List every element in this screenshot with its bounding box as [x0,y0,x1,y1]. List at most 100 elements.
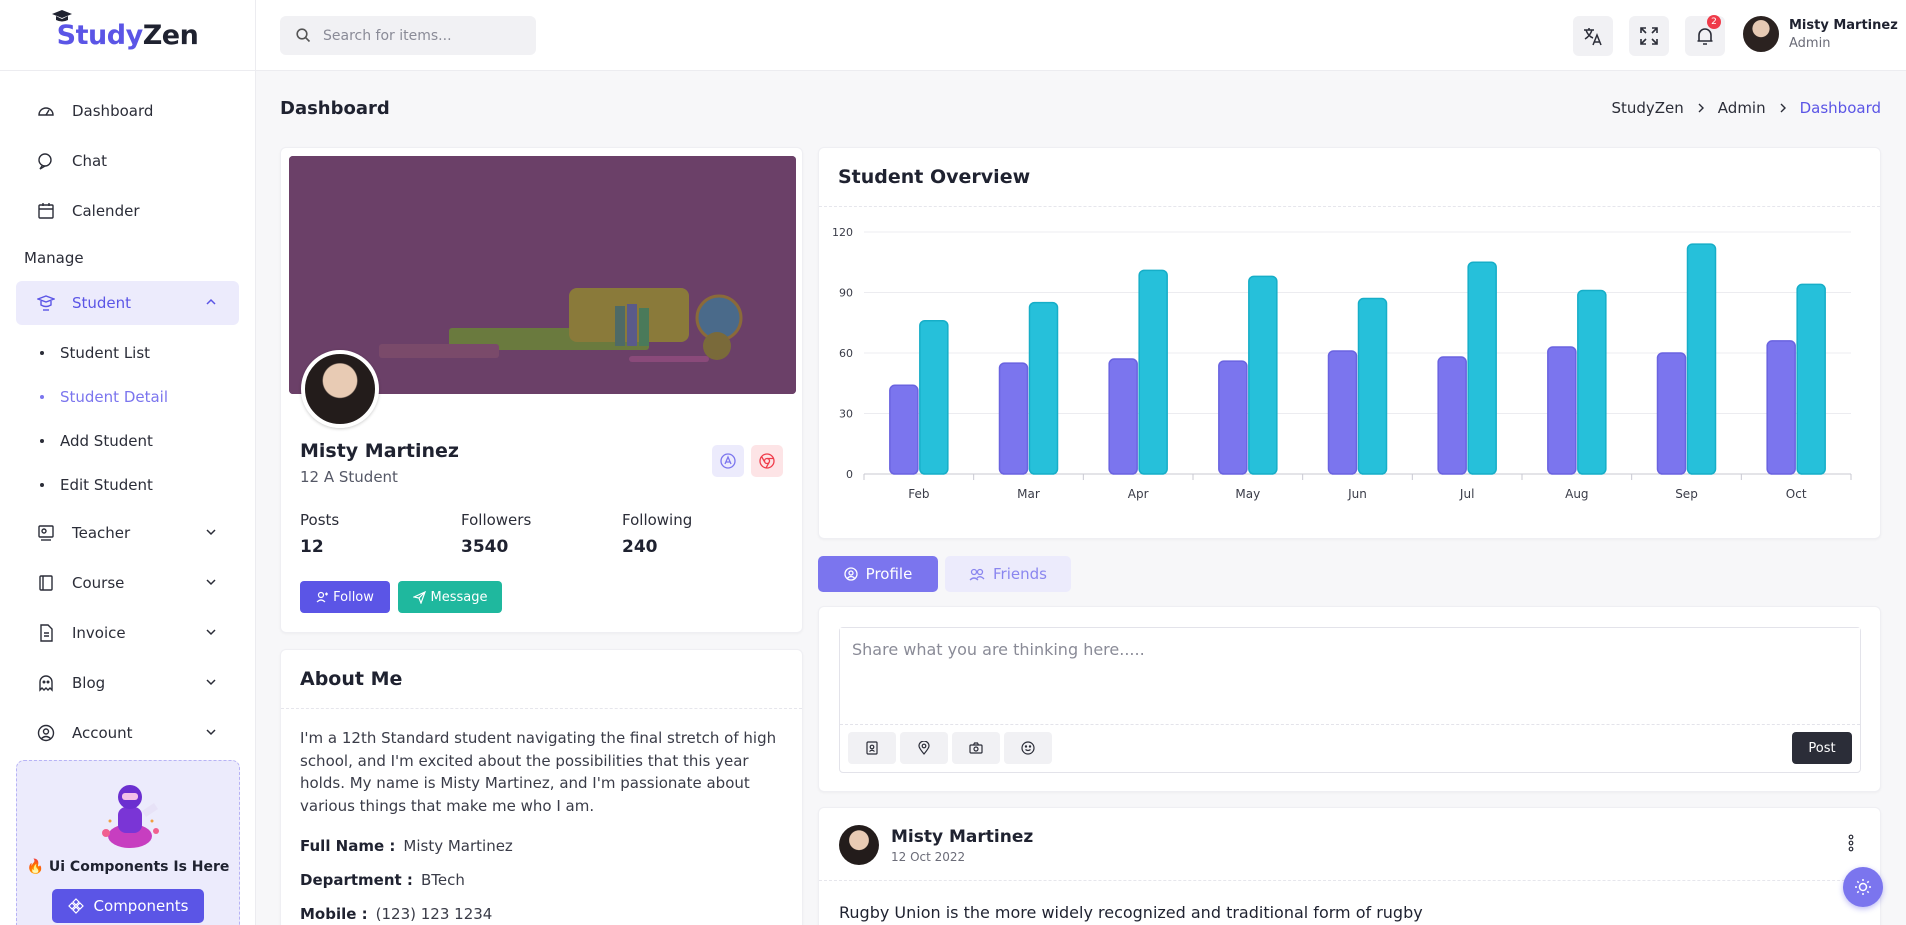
sidebar-item-label: Blog [72,674,106,692]
sidebar-subitem-student-detail[interactable]: Student Detail [0,375,255,419]
feed-author-name[interactable]: Misty Martinez [891,827,1033,847]
x-tick-label: Aug [1565,487,1588,501]
sidebar-item-student[interactable]: Student [16,281,239,325]
sidebar-item-invoice[interactable]: Invoice [16,611,239,655]
bar [1796,283,1826,475]
composer-toolbar: Post [840,724,1860,772]
message-button-label: Message [430,589,488,605]
sidebar-item-label: Course [72,574,125,592]
tab-profile[interactable]: Profile [818,556,938,592]
sidebar-item-blog[interactable]: Blog [16,661,239,705]
user-plus-icon [316,591,329,603]
logo[interactable]: StudyZen [0,0,255,71]
breadcrumb: StudyZen Admin Dashboard [1611,99,1881,117]
profile-name: Misty Martinez [300,440,459,462]
camera-icon [969,742,983,754]
x-tick-label: Mar [1017,487,1040,501]
y-tick-label: 30 [839,408,853,421]
social-button-1[interactable] [712,445,744,477]
user-menu[interactable]: Misty Martinez Admin [1741,14,1898,54]
sidebar-item-label: Student [72,294,132,312]
fullscreen-button[interactable] [1629,16,1669,56]
user-role: Admin [1789,35,1831,51]
sidebar-subitem-add-student[interactable]: Add Student [0,419,255,463]
bar [1218,360,1248,475]
promo-title: 🔥 Ui Components Is Here [26,859,230,875]
sidebar-item-chat[interactable]: Chat [16,139,239,183]
post-textarea[interactable] [840,628,1860,723]
info-value: BTech [420,871,465,889]
info-row-mobile: Mobile : (123) 123 1234 [281,905,802,923]
notifications-button[interactable]: 2 [1685,15,1725,56]
translate-button[interactable] [1573,16,1613,56]
sidebar-item-label: Invoice [72,624,126,642]
y-tick-label: 120 [832,226,853,239]
sidebar-item-account[interactable]: Account [16,711,239,755]
chevron-down-icon [206,529,216,536]
logo-text-zen: Zen [142,19,199,51]
y-tick-label: 0 [846,468,853,481]
x-tick-label: Feb [908,487,929,501]
chevron-right-icon [1698,103,1704,113]
graduation-cap-icon [51,9,72,21]
calendar-icon [36,201,56,221]
divider [819,880,1880,881]
y-tick-label: 60 [839,347,853,360]
sidebar-item-calender[interactable]: Calender [16,189,239,233]
sidebar-item-label: Teacher [72,524,131,542]
bar [1357,297,1388,475]
profile-avatar[interactable] [301,350,379,428]
sidebar-item-teacher[interactable]: Teacher [16,511,239,555]
bell-icon [1697,28,1713,45]
location-button[interactable] [900,732,948,764]
camera-button[interactable] [952,732,1000,764]
breadcrumb-item[interactable]: StudyZen [1611,99,1683,117]
stat-label: Following [622,511,693,529]
sidebar-item-course[interactable]: Course [16,561,239,605]
components-button-label: Components [93,897,189,915]
theme-toggle-button[interactable] [1843,867,1883,907]
chat-icon [36,151,56,171]
bar [889,384,919,475]
search-box[interactable] [280,16,536,55]
bullet-icon [40,483,44,487]
feed-date: 12 Oct 2022 [891,850,966,864]
emoji-button[interactable] [1004,732,1052,764]
social-button-2[interactable] [751,445,783,477]
more-vertical-icon[interactable] [1848,834,1854,852]
bar [1577,289,1607,475]
stat-value: 240 [622,537,658,557]
contact-button[interactable] [848,732,896,764]
student-overview-chart: 0 30 60 90 120 Feb Mar Apr May Jun Jul Aug Sep Oct [832,226,1852,501]
search-input[interactable] [323,27,523,44]
invoice-icon [36,623,56,643]
follow-button[interactable]: Follow [300,581,390,613]
book-icon [36,573,56,593]
message-button[interactable]: Message [398,581,502,613]
bar [1327,350,1358,475]
info-label: Mobile : [300,905,368,923]
fullscreen-icon [1640,27,1658,45]
info-label: Department : [300,871,413,889]
app-store-icon [720,453,736,469]
avatar[interactable] [839,825,879,865]
profile-class: 12 A Student [300,468,398,486]
bullet-icon [40,395,44,399]
chart-title: Student Overview [819,148,1880,207]
post-button[interactable]: Post [1792,732,1852,764]
breadcrumb-item[interactable]: Admin [1718,99,1766,117]
bar [1028,301,1059,475]
student-icon [36,293,56,313]
components-button[interactable]: Components [52,889,204,923]
stat-value: 3540 [461,537,509,557]
sidebar-item-dashboard[interactable]: Dashboard [16,89,239,133]
sidebar-subitem-student-list[interactable]: Student List [0,331,255,375]
translate-icon [1584,28,1602,46]
sidebar-subitem-edit-student[interactable]: Edit Student [0,463,255,507]
x-tick-label: Apr [1128,487,1149,501]
dashboard-icon [36,101,56,121]
tab-friends[interactable]: Friends [945,556,1071,592]
bar [1248,275,1278,475]
sidebar-item-label: Calender [72,202,140,220]
sidebar-item-label: Account [72,724,133,742]
